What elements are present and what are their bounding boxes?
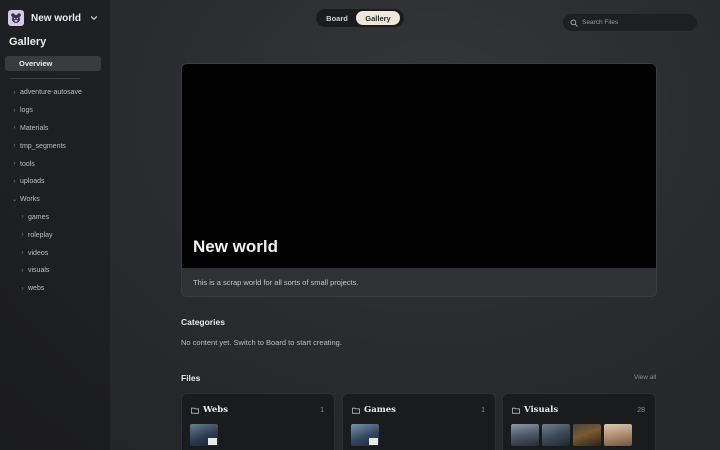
sidebar-item-label: tmp_segments xyxy=(20,142,66,150)
card-title: Visuals xyxy=(512,405,558,415)
sidebar-item-logs[interactable]: › logs xyxy=(0,102,110,120)
card-count: 1 xyxy=(320,407,324,414)
card-thumbnails xyxy=(190,424,218,446)
sidebar-item-uploads[interactable]: › uploads xyxy=(0,173,110,191)
folder-tree: › adventure-autosave › logs › Materials … xyxy=(0,84,110,298)
thumbnail-image xyxy=(351,424,379,446)
tab-board[interactable]: Board xyxy=(318,11,356,25)
tab-gallery[interactable]: Gallery xyxy=(356,11,400,25)
world-title: New world xyxy=(31,12,82,24)
bear-icon xyxy=(8,10,24,26)
card-name: Games xyxy=(364,405,396,415)
thumbnail-image xyxy=(542,424,570,446)
categories-heading: Categories xyxy=(181,317,225,327)
sidebar-item-webs[interactable]: › webs xyxy=(0,280,110,298)
sidebar-heading: Gallery xyxy=(9,36,47,48)
search-input[interactable] xyxy=(582,19,692,26)
chevron-down-icon xyxy=(90,16,98,21)
sidebar-item-tmp-segments[interactable]: › tmp_segments xyxy=(0,137,110,155)
thumbnail-image xyxy=(511,424,539,446)
sidebar-item-roleplay[interactable]: › roleplay xyxy=(0,226,110,244)
sidebar-item-tools[interactable]: › tools xyxy=(0,155,110,173)
card-count: 1 xyxy=(481,407,485,414)
sidebar-item-visuals[interactable]: › visuals xyxy=(0,262,110,280)
world-hero-card: New world This is a scrap world for all … xyxy=(181,63,657,297)
categories-empty-text: No content yet. Switch to Board to start… xyxy=(181,338,342,347)
sidebar-item-label: tools xyxy=(20,160,35,168)
chevron-right-icon: › xyxy=(13,178,16,185)
chevron-right-icon: › xyxy=(13,161,16,168)
sidebar-item-label: roleplay xyxy=(28,231,53,239)
sidebar-item-label: games xyxy=(28,213,50,221)
chevron-right-icon: › xyxy=(13,143,16,150)
chevron-right-icon: › xyxy=(13,107,16,114)
folder-icon xyxy=(512,407,520,414)
card-name: Visuals xyxy=(524,405,559,415)
sidebar-item-label: adventure-autosave xyxy=(20,89,82,97)
sidebar-item-label: webs xyxy=(28,285,45,293)
chevron-down-icon: ⌄ xyxy=(11,197,18,204)
sidebar-divider xyxy=(10,78,80,79)
hero-title: New world xyxy=(193,237,279,256)
sidebar-item-materials[interactable]: › Materials xyxy=(0,120,110,138)
chevron-right-icon: › xyxy=(21,214,24,221)
sidebar-item-works[interactable]: ⌄ Works xyxy=(0,191,110,209)
chevron-right-icon: › xyxy=(21,267,24,274)
thumbnail-image xyxy=(573,424,601,446)
sidebar-item-label: Works xyxy=(20,196,40,204)
world-switcher[interactable]: New world xyxy=(8,9,108,27)
sidebar-item-label: visuals xyxy=(28,267,50,275)
chevron-right-icon: › xyxy=(21,250,24,257)
folder-icon xyxy=(352,407,360,414)
search-icon xyxy=(570,18,578,27)
card-thumbnails xyxy=(511,424,632,446)
folder-card-games[interactable]: Games 1 xyxy=(342,393,496,450)
card-title: Webs xyxy=(191,405,228,415)
card-title: Games xyxy=(352,405,396,415)
files-heading: Files xyxy=(181,373,201,383)
card-name: Webs xyxy=(203,405,228,415)
chevron-right-icon: › xyxy=(21,232,24,239)
sidebar-item-videos[interactable]: › videos xyxy=(0,244,110,262)
sidebar-item-games[interactable]: › games xyxy=(0,209,110,227)
view-all-link[interactable]: View all xyxy=(634,374,656,381)
hero-description: This is a scrap world for all sorts of s… xyxy=(193,278,359,287)
card-count: 28 xyxy=(637,407,645,414)
folder-icon xyxy=(191,407,199,414)
view-toggle: Board Gallery xyxy=(316,9,404,27)
search-bar xyxy=(563,14,697,31)
thumbnail-image xyxy=(604,424,632,446)
sidebar-item-label: logs xyxy=(20,107,33,115)
folder-card-visuals[interactable]: Visuals 28 xyxy=(502,393,656,450)
sidebar: New world Gallery Overview › adventure-a… xyxy=(0,0,110,450)
sidebar-item-label: Materials xyxy=(20,124,49,132)
sidebar-item-label: uploads xyxy=(20,178,45,186)
sidebar-item-overview[interactable]: Overview xyxy=(5,56,101,71)
thumbnail-image xyxy=(190,424,218,446)
folder-card-webs[interactable]: Webs 1 xyxy=(181,393,335,450)
chevron-right-icon: › xyxy=(13,89,16,96)
sidebar-item-adventure-autosave[interactable]: › adventure-autosave xyxy=(0,84,110,102)
chevron-right-icon: › xyxy=(13,125,16,132)
chevron-right-icon: › xyxy=(21,285,24,292)
sidebar-item-label: videos xyxy=(28,249,49,257)
card-thumbnails xyxy=(351,424,379,446)
